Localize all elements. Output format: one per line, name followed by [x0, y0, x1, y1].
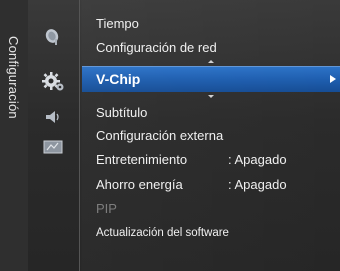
sidebar-title: Configuración	[6, 36, 21, 119]
arrow-right-icon	[330, 75, 336, 83]
menu-item-label: PIP	[96, 201, 117, 216]
menu-item-entretenimiento[interactable]: Entretenimiento : Apagado	[96, 149, 287, 171]
menu-item-configuracion-de-red[interactable]: Configuración de red	[96, 37, 217, 59]
sidebar-title-panel: Configuración	[0, 0, 28, 271]
menu-item-v-chip[interactable]: V-Chip	[82, 66, 340, 92]
input-icon[interactable]	[42, 138, 64, 156]
menu-item-value: : Apagado	[228, 177, 287, 192]
menu-item-tiempo[interactable]: Tiempo	[96, 13, 139, 35]
satellite-dish-icon[interactable]	[42, 28, 64, 46]
menu-item-actualizacion-software[interactable]: Actualización del software	[96, 222, 229, 244]
scroll-down-indicator-icon	[208, 95, 214, 98]
menu-item-label: V-Chip	[96, 71, 141, 87]
menu-item-ahorro-energia[interactable]: Ahorro energía : Apagado	[96, 174, 287, 196]
menu-item-subtitulo[interactable]: Subtítulo	[96, 102, 147, 124]
menu-item-label: Actualización del software	[96, 227, 229, 239]
scroll-up-indicator-icon	[208, 60, 214, 63]
menu-item-value: : Apagado	[228, 152, 287, 167]
menu-item-label: Configuración externa	[96, 128, 224, 143]
menu-item-label: Configuración de red	[96, 40, 217, 55]
category-icon-column	[28, 0, 107, 271]
menu-item-pip: PIP	[96, 198, 117, 220]
menu-item-label: Ahorro energía	[96, 177, 183, 192]
menu-list: Tiempo Configuración de red Subtítulo Co…	[86, 0, 340, 271]
menu-item-label: Subtítulo	[96, 105, 148, 120]
menu-item-label: Tiempo	[96, 16, 139, 31]
settings-menu-screen: Configuración Tiempo Configuración de re…	[0, 0, 340, 271]
gear-icon[interactable]	[40, 70, 66, 92]
menu-item-configuracion-externa[interactable]: Configuración externa	[96, 125, 223, 147]
menu-item-label: Entretenimiento	[96, 152, 188, 167]
speaker-icon[interactable]	[42, 108, 64, 126]
